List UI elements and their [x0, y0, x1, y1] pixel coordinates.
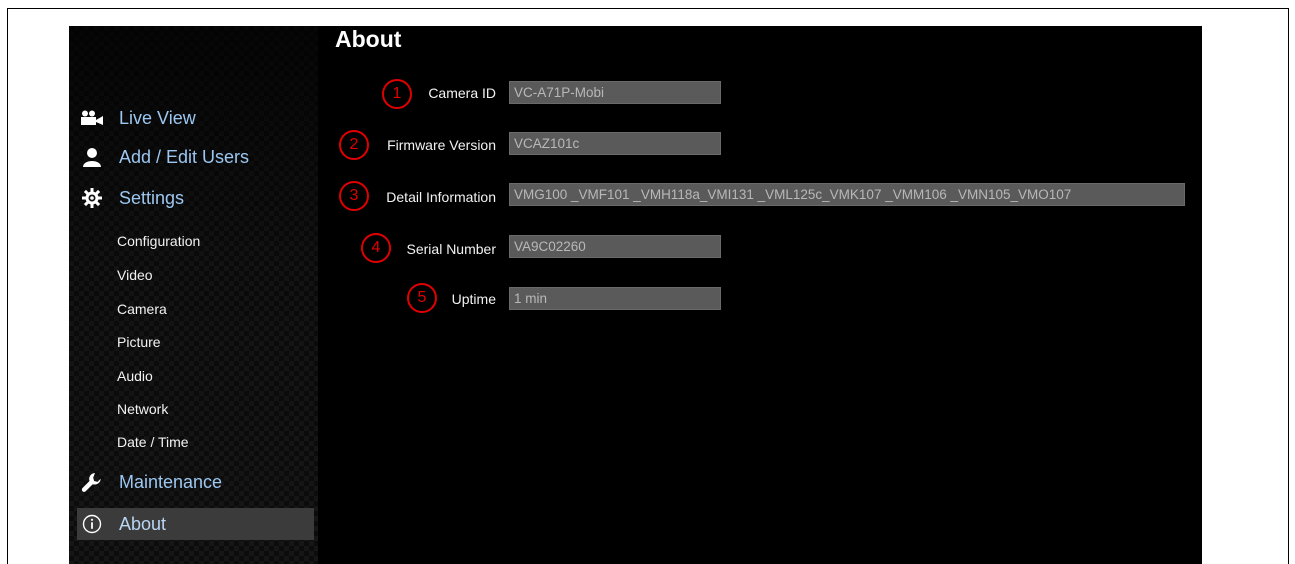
annotation-marker: 4	[361, 233, 391, 263]
annotation-marker: 3	[339, 181, 369, 211]
detail-information-field: VMG100 _VMF101 _VMH118a_VMI131 _VML125c_…	[509, 183, 1185, 206]
annotation-marker: 5	[407, 283, 437, 313]
serial-number-field: VA9C02260	[509, 235, 721, 258]
info-icon	[79, 512, 105, 536]
sidebar-item-label: Settings	[119, 187, 185, 208]
wrench-icon	[79, 470, 105, 494]
firmware-version-label: Firmware Version	[387, 137, 496, 153]
annotation-marker: 2	[339, 130, 369, 160]
sidebar-item-live-view[interactable]: Live View	[77, 103, 315, 133]
sidebar-subitem-picture[interactable]: Picture	[117, 334, 161, 350]
sidebar-item-label: Maintenance	[119, 471, 223, 492]
sidebar-subitem-network[interactable]: Network	[117, 401, 168, 417]
camera-id-field: VC-A71P-Mobi	[509, 81, 721, 104]
page-title: About	[335, 26, 402, 52]
camera-id-label: Camera ID	[428, 85, 496, 101]
sidebar-item-label: Add / Edit Users	[119, 146, 250, 167]
sidebar-item-settings[interactable]: Settings	[77, 183, 315, 213]
sidebar-subitem-configuration[interactable]: Configuration	[117, 233, 200, 249]
detail-information-label: Detail Information	[386, 189, 496, 205]
sidebar-subitem-video[interactable]: Video	[117, 267, 153, 283]
sidebar-subitem-camera[interactable]: Camera	[117, 301, 167, 317]
sidebar-subitem-audio[interactable]: Audio	[117, 368, 153, 384]
sidebar-item-about[interactable]: About	[77, 508, 314, 540]
camera-web-ui: Live View Add / Edit Users Settings Conf…	[69, 26, 1202, 564]
uptime-label: Uptime	[451, 291, 496, 307]
video-camera-icon	[79, 106, 105, 130]
serial-number-label: Serial Number	[406, 241, 496, 257]
uptime-field: 1 min	[509, 287, 721, 310]
sidebar-item-label: Live View	[119, 107, 196, 128]
sidebar-item-add-edit-users[interactable]: Add / Edit Users	[77, 142, 315, 172]
user-icon	[79, 145, 105, 169]
firmware-version-field: VCAZ101c	[509, 132, 721, 155]
sidebar-item-maintenance[interactable]: Maintenance	[77, 467, 315, 497]
annotation-marker: 1	[382, 79, 412, 109]
gear-icon	[79, 186, 105, 210]
sidebar-item-label: About	[119, 513, 167, 534]
sidebar-subitem-date-time[interactable]: Date / Time	[117, 434, 189, 450]
